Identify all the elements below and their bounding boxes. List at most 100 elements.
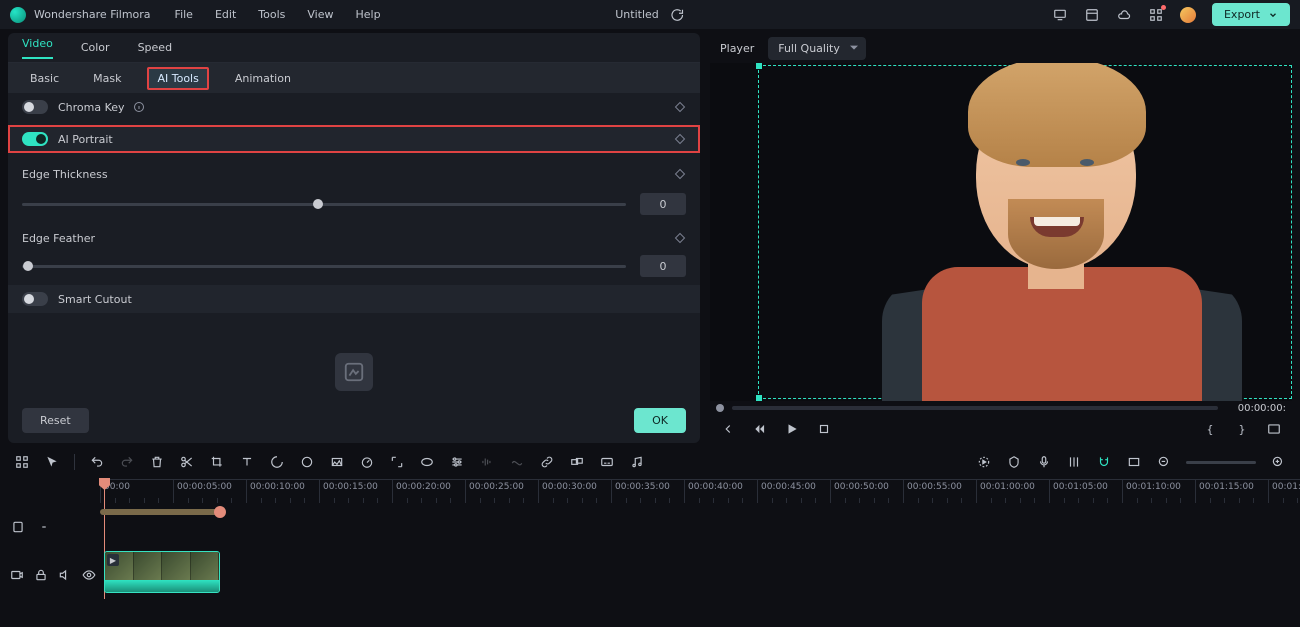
display-icon[interactable] <box>1052 7 1068 23</box>
redo-icon[interactable] <box>119 454 135 470</box>
preview[interactable] <box>710 63 1292 401</box>
eye-icon[interactable] <box>82 567 96 583</box>
main-menu: File Edit Tools View Help <box>175 8 381 21</box>
mute-icon[interactable] <box>58 567 72 583</box>
avatar[interactable] <box>1180 7 1196 23</box>
smart-cutout-toggle[interactable] <box>22 292 48 306</box>
tab-speed[interactable]: Speed <box>138 41 172 54</box>
magnet-icon[interactable] <box>1096 454 1112 470</box>
rotate-icon[interactable] <box>269 454 285 470</box>
refresh-icon[interactable] <box>669 7 685 23</box>
cloud-icon[interactable] <box>1116 7 1132 23</box>
text-icon[interactable] <box>239 454 255 470</box>
freeze-icon[interactable] <box>329 454 345 470</box>
subtab-basic[interactable]: Basic <box>22 68 67 89</box>
player-panel: Player Full Quality 00:00:00: <box>710 33 1292 443</box>
preview-portrait <box>912 67 1212 387</box>
export-button[interactable]: Export <box>1212 3 1290 26</box>
reset-button[interactable]: Reset <box>22 408 89 433</box>
info-icon[interactable] <box>131 99 147 115</box>
tab-color[interactable]: Color <box>81 41 110 54</box>
edge-feather-label: Edge Feather <box>22 232 95 245</box>
video-track-icon[interactable] <box>10 567 24 583</box>
prev-frame-icon[interactable] <box>720 421 736 437</box>
adjust-icon[interactable] <box>449 454 465 470</box>
subtab-animation[interactable]: Animation <box>227 68 299 89</box>
menu-edit[interactable]: Edit <box>215 8 236 21</box>
stop-icon[interactable] <box>816 421 832 437</box>
aspect-icon[interactable] <box>1126 454 1142 470</box>
edge-feather-row: Edge Feather <box>8 223 700 253</box>
crop-icon[interactable] <box>209 454 225 470</box>
app-title: Wondershare Filmora <box>34 8 151 21</box>
zoom-out-icon[interactable] <box>1156 454 1172 470</box>
delete-icon[interactable] <box>149 454 165 470</box>
mixer-icon[interactable] <box>1066 454 1082 470</box>
edge-feather-slider[interactable] <box>22 265 626 268</box>
chroma-key-label: Chroma Key <box>58 101 125 114</box>
lock-icon[interactable] <box>34 567 48 583</box>
video-clip[interactable]: ▶ <box>104 551 220 593</box>
denoise-icon[interactable] <box>509 454 525 470</box>
edge-thickness-value[interactable]: 0 <box>640 193 686 215</box>
apps-icon[interactable] <box>1148 7 1164 23</box>
chain-icon[interactable] <box>36 519 52 535</box>
fullscreen-icon[interactable] <box>1266 421 1282 437</box>
color-icon[interactable] <box>299 454 315 470</box>
smart-cutout-icon[interactable] <box>335 353 373 391</box>
subtitle-icon[interactable] <box>599 454 615 470</box>
inspector-subtabs: Basic Mask AI Tools Animation <box>8 63 700 93</box>
timeline-toolbar <box>0 447 1300 477</box>
grid-icon[interactable] <box>14 454 30 470</box>
zoom-slider[interactable] <box>1186 461 1256 464</box>
music-icon[interactable] <box>629 454 645 470</box>
ai-portrait-toggle[interactable] <box>22 132 48 146</box>
keyframe-icon[interactable] <box>674 168 686 180</box>
play-icon[interactable] <box>784 421 800 437</box>
edge-thickness-slider[interactable] <box>22 203 626 206</box>
expand-icon[interactable] <box>389 454 405 470</box>
undo-icon[interactable] <box>89 454 105 470</box>
menu-file[interactable]: File <box>175 8 193 21</box>
menu-view[interactable]: View <box>307 8 333 21</box>
group-icon[interactable] <box>569 454 585 470</box>
split-icon[interactable] <box>179 454 195 470</box>
keyframe-icon[interactable] <box>674 101 686 113</box>
zoom-in-icon[interactable] <box>1270 454 1286 470</box>
keyframe-icon[interactable] <box>674 133 686 145</box>
timeline-ruler[interactable] <box>100 479 1300 503</box>
timeline: ▶ <box>0 479 1300 599</box>
speed-icon[interactable] <box>359 454 375 470</box>
link-icon[interactable] <box>539 454 555 470</box>
inspector-tabs: Video Color Speed <box>8 33 700 63</box>
paste-icon[interactable] <box>10 519 26 535</box>
layout-icon[interactable] <box>1084 7 1100 23</box>
smart-cutout-placeholder: Click to start Smart Cutout <box>8 325 700 398</box>
brace-close-icon[interactable]: } <box>1234 421 1250 437</box>
play-back-icon[interactable] <box>752 421 768 437</box>
range-selector[interactable] <box>100 509 220 515</box>
edge-thickness-label: Edge Thickness <box>22 168 108 181</box>
quality-dropdown[interactable]: Full Quality <box>768 37 866 60</box>
chroma-key-toggle[interactable] <box>22 100 48 114</box>
subtab-ai-tools[interactable]: AI Tools <box>147 67 208 90</box>
render-icon[interactable] <box>976 454 992 470</box>
subtab-mask[interactable]: Mask <box>85 68 129 89</box>
keyframe-icon[interactable] <box>674 232 686 244</box>
ai-portrait-label: AI Portrait <box>58 133 113 146</box>
tab-video[interactable]: Video <box>22 37 53 59</box>
mic-icon[interactable] <box>1036 454 1052 470</box>
edge-feather-value[interactable]: 0 <box>640 255 686 277</box>
project-name: Untitled <box>615 8 659 21</box>
edge-thickness-slider-row: 0 <box>8 191 700 217</box>
menu-help[interactable]: Help <box>356 8 381 21</box>
cursor-icon[interactable] <box>44 454 60 470</box>
marker-icon[interactable] <box>1006 454 1022 470</box>
brace-open-icon[interactable]: { <box>1202 421 1218 437</box>
audio-eq-icon[interactable] <box>479 454 495 470</box>
menu-tools[interactable]: Tools <box>258 8 285 21</box>
playhead-scrubber[interactable]: 00:00:00: <box>710 401 1292 415</box>
chevron-down-icon <box>1268 10 1278 20</box>
ok-button[interactable]: OK <box>634 408 686 433</box>
mask-icon[interactable] <box>419 454 435 470</box>
